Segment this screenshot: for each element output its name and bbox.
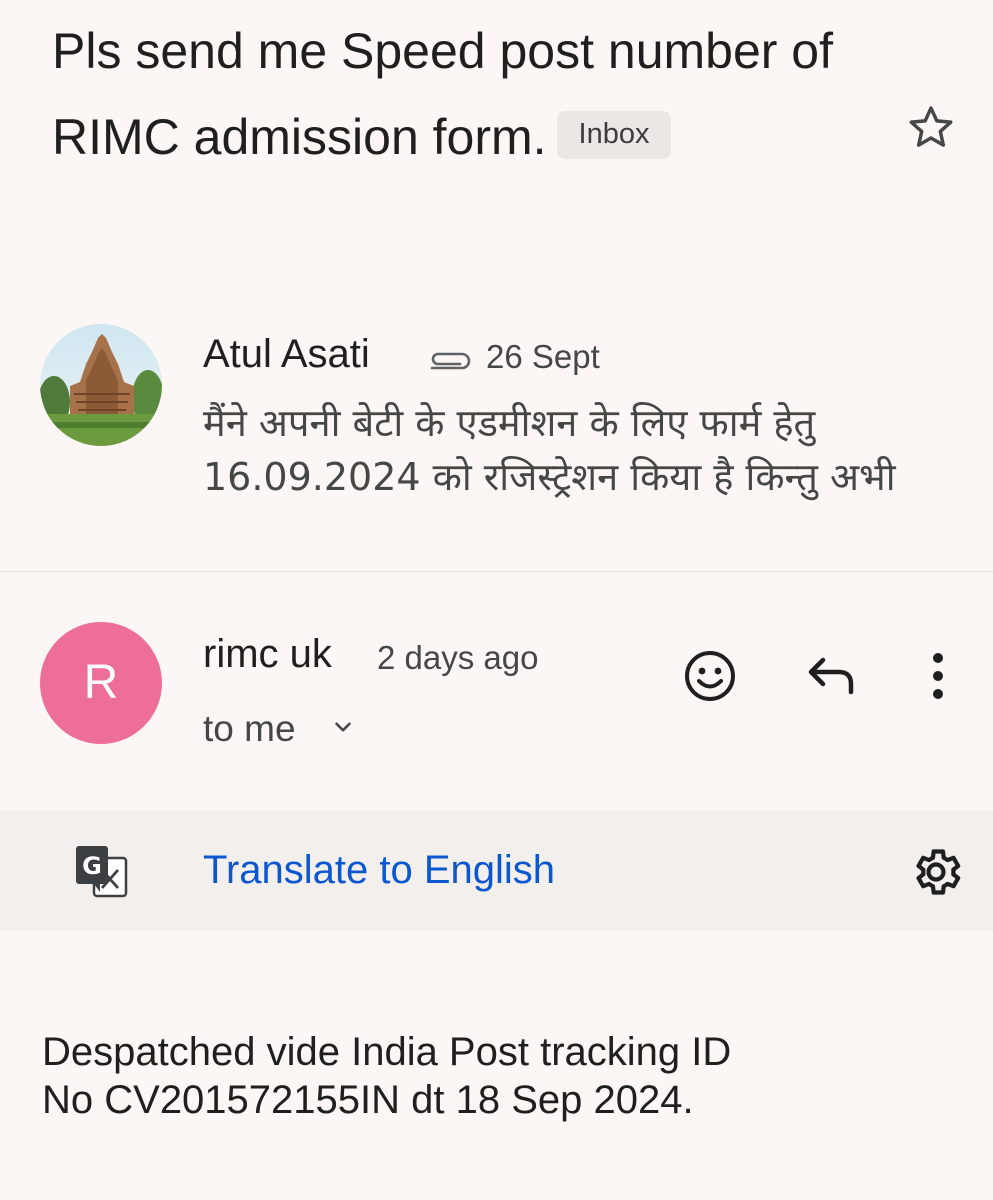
temple-photo-avatar [40, 324, 162, 446]
translate-link[interactable]: Translate to English [203, 846, 555, 894]
inbox-label-badge[interactable]: Inbox [556, 110, 672, 159]
more-vert-icon[interactable] [924, 650, 952, 702]
subject-text: Pls send me Speed post number of RIMC ad… [52, 23, 834, 165]
message-date: 2 days ago [377, 639, 539, 676]
thread-header: Pls send me Speed post number of RIMC ad… [52, 8, 872, 180]
svg-text:G: G [82, 852, 102, 880]
email-subject: Pls send me Speed post number of RIMC ad… [52, 8, 872, 180]
message-collapsed[interactable]: Atul Asati 26 Sept मैंने अपनी बेटी के एड… [0, 320, 993, 570]
recipient-toggle[interactable]: to me [203, 706, 296, 752]
translate-icon: G [76, 846, 128, 898]
chevron-down-icon[interactable] [330, 714, 356, 740]
message-snippet: मैंने अपनी बेटी के एडमीशन के लिए फार्म ह… [203, 401, 896, 499]
gear-icon[interactable] [908, 844, 964, 900]
avatar[interactable] [40, 324, 162, 446]
body-line: Despatched vide India Post tracking ID [42, 1030, 732, 1074]
reply-icon[interactable] [805, 652, 859, 700]
star-icon[interactable] [905, 102, 957, 154]
avatar[interactable]: R [40, 622, 162, 744]
emoji-icon[interactable] [682, 648, 738, 704]
translate-bar: G Translate to English [0, 810, 993, 930]
body-line: No CV201572155IN dt 18 Sep 2024. [42, 1078, 694, 1122]
sender-name: Atul Asati [203, 332, 370, 376]
paperclip-icon [430, 352, 471, 370]
message-date: 26 Sept [486, 338, 600, 375]
message-body: Despatched vide India Post tracking ID N… [42, 1028, 962, 1124]
message-divider [0, 571, 993, 572]
sender-name[interactable]: rimc uk [203, 630, 332, 678]
